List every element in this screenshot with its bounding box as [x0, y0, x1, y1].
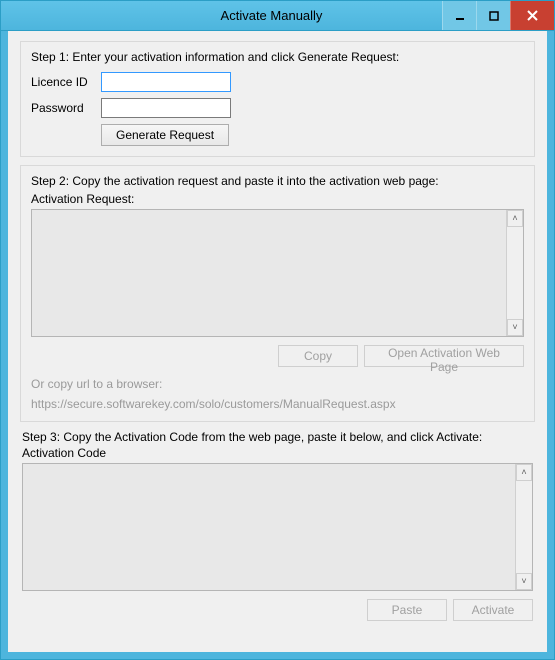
- paste-button[interactable]: Paste: [367, 599, 447, 621]
- password-label: Password: [31, 101, 101, 115]
- activation-code-value: [23, 464, 515, 590]
- activation-request-scrollbar[interactable]: ˄ ˅: [506, 210, 523, 336]
- activation-request-textarea[interactable]: ˄ ˅: [31, 209, 524, 337]
- window-frame: Activate Manually Step 1: Enter your act…: [0, 0, 555, 660]
- window-controls: [442, 1, 554, 30]
- step3-heading: Step 3: Copy the Activation Code from th…: [22, 430, 533, 444]
- title-bar: Activate Manually: [1, 1, 554, 31]
- activation-request-value: [32, 210, 506, 336]
- maximize-icon: [489, 11, 499, 21]
- licence-id-input[interactable]: [101, 72, 231, 92]
- step3-group: Step 3: Copy the Activation Code from th…: [20, 430, 535, 621]
- activate-button[interactable]: Activate: [453, 599, 533, 621]
- window-title: Activate Manually: [1, 1, 442, 30]
- scroll-up-icon[interactable]: ˄: [516, 464, 532, 481]
- client-area: Step 1: Enter your activation informatio…: [1, 31, 554, 659]
- step1-heading: Step 1: Enter your activation informatio…: [31, 50, 524, 64]
- maximize-button[interactable]: [476, 1, 510, 30]
- activation-request-label: Activation Request:: [31, 192, 524, 206]
- step2-group: Step 2: Copy the activation request and …: [20, 165, 535, 422]
- scroll-down-icon[interactable]: ˅: [507, 319, 523, 336]
- licence-id-label: Licence ID: [31, 75, 101, 89]
- close-icon: [527, 10, 538, 21]
- activation-code-textarea[interactable]: ˄ ˅: [22, 463, 533, 591]
- step2-heading: Step 2: Copy the activation request and …: [31, 174, 524, 188]
- url-hint-label: Or copy url to a browser:: [31, 377, 524, 391]
- scroll-down-icon[interactable]: ˅: [516, 573, 532, 590]
- activation-code-label: Activation Code: [22, 446, 533, 460]
- activation-code-scrollbar[interactable]: ˄ ˅: [515, 464, 532, 590]
- step1-group: Step 1: Enter your activation informatio…: [20, 41, 535, 157]
- open-activation-page-button[interactable]: Open Activation Web Page: [364, 345, 524, 367]
- minimize-button[interactable]: [442, 1, 476, 30]
- password-input[interactable]: [101, 98, 231, 118]
- minimize-icon: [455, 11, 465, 21]
- copy-button[interactable]: Copy: [278, 345, 358, 367]
- close-button[interactable]: [510, 1, 554, 30]
- activation-url-text: https://secure.softwarekey.com/solo/cust…: [31, 397, 524, 411]
- generate-request-button[interactable]: Generate Request: [101, 124, 229, 146]
- scroll-up-icon[interactable]: ˄: [507, 210, 523, 227]
